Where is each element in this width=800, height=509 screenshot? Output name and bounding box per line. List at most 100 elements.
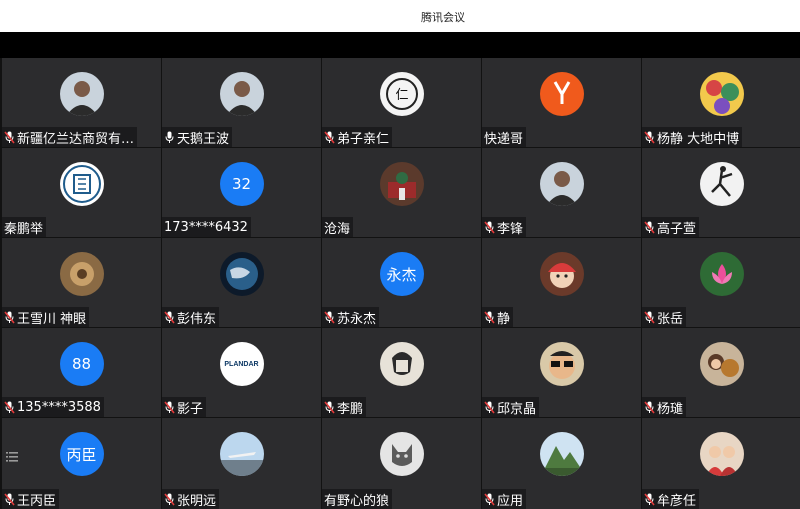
participant-tile[interactable]: 彭伟东 xyxy=(162,238,321,327)
participant-tile[interactable]: PLANDAR 影子 xyxy=(162,328,321,417)
participant-tile[interactable]: 仁弟子亲仁 xyxy=(322,58,481,147)
avatar-logo: PLANDAR xyxy=(219,342,264,386)
participant-tile[interactable]: 李鹏 xyxy=(322,328,481,417)
participant-tile[interactable]: 丙臣王丙臣 xyxy=(2,418,161,509)
participant-name: 杨静 大地中博 xyxy=(657,131,740,147)
avatar xyxy=(379,432,424,476)
avatar xyxy=(700,252,744,296)
meeting-top-bar xyxy=(0,32,800,58)
name-plate: 张明远 xyxy=(162,489,220,509)
name-plate: 快递哥 xyxy=(482,127,527,147)
mic-muted-icon xyxy=(4,400,15,414)
participant-tile[interactable]: 杨静 大地中博 xyxy=(642,58,800,147)
name-plate: 彭伟东 xyxy=(162,307,220,327)
avatar: 仁 xyxy=(379,72,424,116)
participant-name: 苏永杰 xyxy=(337,311,377,327)
participant-name: 李锋 xyxy=(497,221,524,237)
avatar xyxy=(539,342,584,386)
name-plate: 弟子亲仁 xyxy=(322,127,393,147)
name-plate: 新疆亿兰达商贸有… xyxy=(2,127,138,147)
avatar xyxy=(219,72,264,116)
mic-muted-icon xyxy=(4,130,15,144)
mic-muted-icon xyxy=(164,400,175,414)
participant-name: 快递哥 xyxy=(484,131,524,147)
list-menu-icon[interactable] xyxy=(6,451,18,463)
name-plate: 静 xyxy=(482,307,514,327)
participant-grid: 新疆亿兰达商贸有… 天鹅王波仁弟子亲仁 快递哥 杨静 大地中博 秦鹏举 32 173****… xyxy=(0,58,800,509)
participant-name: 彭伟东 xyxy=(177,311,217,327)
name-plate: 张岳 xyxy=(642,307,687,327)
participant-name: 应用 xyxy=(497,493,524,509)
participant-tile[interactable]: 李锋 xyxy=(482,148,641,237)
participant-name: 173****6432 xyxy=(164,219,248,235)
participant-name: 张岳 xyxy=(657,311,684,327)
participant-tile[interactable]: 静 xyxy=(482,238,641,327)
mic-muted-icon xyxy=(484,220,495,234)
participant-name: 杨璡 xyxy=(657,401,684,417)
name-plate: 邱京晶 xyxy=(482,397,540,417)
avatar-initials: 丙臣 xyxy=(59,432,104,476)
participant-tile[interactable]: 邱京晶 xyxy=(482,328,641,417)
name-plate: 应用 xyxy=(482,489,527,509)
participant-name: 秦鹏举 xyxy=(4,221,44,237)
mic-muted-icon xyxy=(324,130,335,144)
name-plate: 有野心的狼 xyxy=(322,489,393,509)
participant-tile[interactable]: 张明远 xyxy=(162,418,321,509)
participant-name: 有野心的狼 xyxy=(324,493,390,509)
mic-muted-icon xyxy=(164,310,175,324)
name-plate: 沧海 xyxy=(322,217,354,237)
participant-tile[interactable]: 牟彦任 xyxy=(642,418,800,509)
mic-muted-icon xyxy=(324,400,335,414)
participant-name: 牟彦任 xyxy=(657,493,697,509)
avatar-initials: 永杰 xyxy=(379,252,424,296)
participant-tile[interactable]: 秦鹏举 xyxy=(2,148,161,237)
avatar xyxy=(700,432,744,476)
avatar xyxy=(59,72,104,116)
avatar-initials: 32 xyxy=(219,162,264,206)
mic-muted-icon xyxy=(644,492,655,506)
avatar xyxy=(700,342,744,386)
participant-name: 135****3588 xyxy=(17,399,101,415)
participant-name: 王丙臣 xyxy=(17,493,57,509)
mic-muted-icon xyxy=(484,310,495,324)
svg-text:仁: 仁 xyxy=(395,88,408,103)
participant-name: 高子萱 xyxy=(657,221,697,237)
title-bar: 腾讯会议 xyxy=(0,0,800,32)
name-plate: 苏永杰 xyxy=(322,307,380,327)
avatar xyxy=(59,162,104,206)
participant-tile[interactable]: 有野心的狼 xyxy=(322,418,481,509)
participant-tile[interactable]: 天鹅王波 xyxy=(162,58,321,147)
avatar xyxy=(539,162,584,206)
participant-tile[interactable]: 杨璡 xyxy=(642,328,800,417)
mic-muted-icon xyxy=(644,220,655,234)
participant-tile[interactable]: 32 173****6432 xyxy=(162,148,321,237)
name-plate: 王丙臣 xyxy=(2,489,60,509)
avatar xyxy=(700,162,744,206)
mic-muted-icon xyxy=(4,492,15,506)
name-plate: 173****6432 xyxy=(162,217,251,237)
participant-tile[interactable]: 张岳 xyxy=(642,238,800,327)
mic-muted-icon xyxy=(324,310,335,324)
name-plate: 135****3588 xyxy=(2,397,104,417)
avatar-logo-text: PLANDAR xyxy=(224,360,259,368)
mic-icon xyxy=(164,131,175,144)
avatar xyxy=(219,252,264,296)
name-plate: 牟彦任 xyxy=(642,489,700,509)
participant-tile[interactable]: 沧海 xyxy=(322,148,481,237)
participant-tile[interactable]: 王雪川 神眼 xyxy=(2,238,161,327)
participant-name: 张明远 xyxy=(177,493,217,509)
participant-tile[interactable]: 永杰 苏永杰 xyxy=(322,238,481,327)
participant-tile[interactable]: 快递哥 xyxy=(482,58,641,147)
participant-tile[interactable]: 应用 xyxy=(482,418,641,509)
name-plate: 王雪川 神眼 xyxy=(2,307,90,327)
participant-tile[interactable]: 新疆亿兰达商贸有… xyxy=(2,58,161,147)
participant-tile[interactable]: 高子萱 xyxy=(642,148,800,237)
avatar xyxy=(59,252,104,296)
avatar xyxy=(700,72,744,116)
mic-muted-icon xyxy=(644,310,655,324)
participant-tile[interactable]: 88 135****3588 xyxy=(2,328,161,417)
participant-name: 李鹏 xyxy=(337,401,364,417)
name-plate: 李锋 xyxy=(482,217,527,237)
mic-muted-icon xyxy=(4,310,15,324)
mic-muted-icon xyxy=(484,400,495,414)
